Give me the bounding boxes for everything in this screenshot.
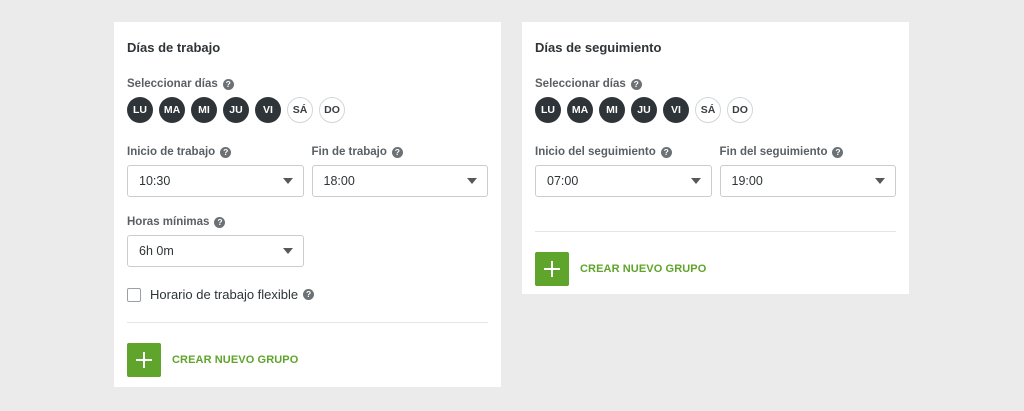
caret-down-icon [282,178,293,184]
tracking-end-value: 19:00 [731,174,763,188]
work-min-hours-label: Horas mínimas ? [127,215,304,229]
plus-icon[interactable] [127,343,161,377]
plus-icon[interactable] [535,252,569,286]
help-icon[interactable]: ? [660,146,672,158]
help-icon[interactable]: ? [220,146,232,158]
tracking-day-tuesday[interactable]: MA [567,97,593,123]
tracking-end-field: Fin del seguimiento ? 19:00 [719,145,897,197]
work-day-tuesday[interactable]: MA [159,97,185,123]
work-end-label: Fin de trabajo ? [312,145,489,159]
tracking-start-select[interactable]: 07:00 [535,165,712,197]
work-start-label: Inicio de trabajo ? [127,145,304,159]
work-start-field: Inicio de trabajo ? 10:30 [127,145,304,197]
work-day-friday[interactable]: VI [255,97,281,123]
work-days-title: Días de trabajo [127,40,221,55]
work-create-group-label[interactable]: CREAR NUEVO GRUPO [172,354,298,366]
work-start-select[interactable]: 10:30 [127,165,304,197]
help-icon[interactable]: ? [630,78,642,90]
work-days-card: Días de trabajo Seleccionar días ? LU MA… [114,22,501,387]
tracking-start-text: Inicio del seguimiento [535,146,656,158]
work-end-value: 18:00 [323,174,355,188]
help-icon[interactable]: ? [214,216,226,228]
tracking-create-group-label[interactable]: CREAR NUEVO GRUPO [580,263,706,275]
work-min-hours-value: 6h 0m [139,244,174,258]
tracking-end-select[interactable]: 19:00 [719,165,896,197]
tracking-start-label: Inicio del seguimiento ? [535,145,712,159]
work-create-group-button[interactable]: CREAR NUEVO GRUPO [127,343,488,377]
caret-down-icon [283,248,293,254]
help-icon[interactable]: ? [832,146,844,158]
work-select-days-text: Seleccionar días [127,78,218,90]
caret-down-icon [875,178,885,184]
work-day-monday[interactable]: LU [127,97,153,123]
work-day-wednesday[interactable]: MI [191,97,217,123]
work-time-row: Inicio de trabajo ? 10:30 Fin de trabajo… [127,145,488,197]
work-end-field: Fin de trabajo ? 18:00 [311,145,489,197]
work-start-text: Inicio de trabajo [127,146,216,158]
caret-down-icon [467,178,477,184]
divider [127,322,488,323]
tracking-end-label: Fin del seguimiento ? [720,145,897,159]
tracking-day-thursday[interactable]: JU [631,97,657,123]
work-min-hours-text: Horas mínimas [127,216,210,228]
tracking-start-field: Inicio del seguimiento ? 07:00 [535,145,712,197]
work-select-days-label: Seleccionar días ? [127,77,488,91]
tracking-day-monday[interactable]: LU [535,97,561,123]
work-min-hours-select[interactable]: 6h 0m [127,235,304,267]
tracking-days-title: Días de seguimiento [535,40,662,55]
work-end-select[interactable]: 18:00 [311,165,488,197]
help-icon[interactable]: ? [222,78,234,90]
flexible-hours-row: Horario de trabajo flexible ? [127,287,488,302]
help-icon[interactable]: ? [303,289,315,300]
tracking-day-sunday[interactable]: DO [727,97,753,123]
tracking-day-picker: LU MA MI JU VI SÁ DO [535,97,896,123]
tracking-end-text: Fin del seguimiento [719,146,828,158]
help-icon[interactable]: ? [391,146,403,158]
work-min-hours-field: Horas mínimas ? 6h 0m [127,215,304,267]
tracking-create-group-button[interactable]: CREAR NUEVO GRUPO [535,252,896,286]
tracking-day-saturday[interactable]: SÁ [695,97,721,123]
flexible-hours-checkbox[interactable] [127,287,141,302]
work-start-value: 10:30 [139,174,171,188]
divider [535,231,896,232]
tracking-day-friday[interactable]: VI [663,97,689,123]
flexible-hours-label: Horario de trabajo flexible [150,287,299,302]
caret-down-icon [690,178,701,184]
tracking-select-days-text: Seleccionar días [535,78,626,90]
work-day-saturday[interactable]: SÁ [287,97,313,123]
tracking-days-card: Días de seguimiento Seleccionar días ? L… [522,22,909,294]
work-day-thursday[interactable]: JU [223,97,249,123]
tracking-select-days-label: Seleccionar días ? [535,77,896,91]
work-end-text: Fin de trabajo [311,146,387,158]
tracking-day-wednesday[interactable]: MI [599,97,625,123]
work-day-sunday[interactable]: DO [319,97,345,123]
tracking-start-value: 07:00 [547,174,579,188]
tracking-time-row: Inicio del seguimiento ? 07:00 Fin del s… [535,145,896,197]
work-day-picker: LU MA MI JU VI SÁ DO [127,97,488,123]
